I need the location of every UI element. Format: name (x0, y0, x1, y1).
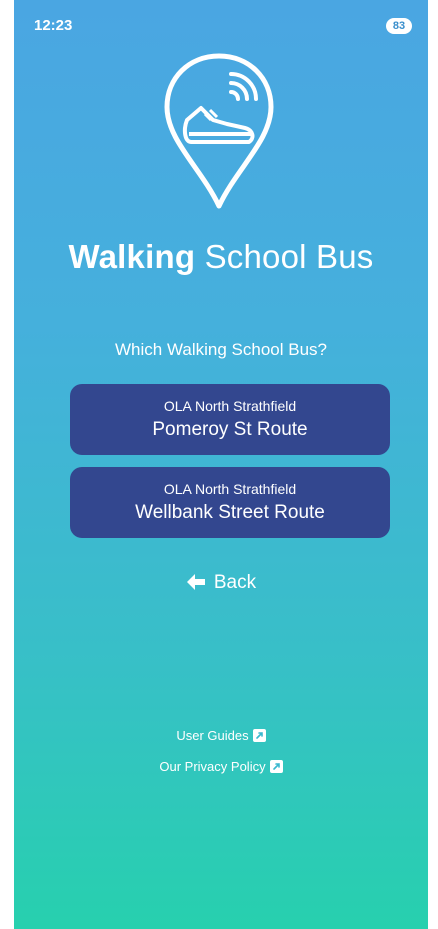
status-time: 12:23 (34, 17, 73, 34)
app-title: Walking School Bus (14, 238, 428, 276)
app-title-bold: Walking (68, 238, 196, 275)
shoe-location-pin-icon (161, 50, 277, 214)
external-link-icon (269, 760, 283, 773)
privacy-policy-label: Our Privacy Policy (159, 759, 266, 774)
route-button-wellbank[interactable]: OLA North Strathfield Wellbank Street Ro… (70, 467, 390, 538)
privacy-policy-link[interactable]: Our Privacy Policy (14, 759, 428, 774)
route-school-label: OLA North Strathfield (163, 398, 297, 414)
user-guides-label: User Guides (176, 728, 249, 743)
user-guides-link[interactable]: User Guides (14, 728, 428, 743)
back-button[interactable]: Back (14, 572, 428, 594)
app-title-rest: School Bus (204, 238, 374, 275)
route-button-pomeroy[interactable]: OLA North Strathfield Pomeroy St Route (70, 384, 390, 455)
route-name-label: Pomeroy St Route (152, 419, 308, 440)
status-bar: 12:23 83 (14, 0, 428, 56)
external-link-icon (252, 729, 266, 742)
app-screen: 12:23 83 Walking School Bus Which Walkin… (14, 0, 428, 929)
route-name-label: Wellbank Street Route (135, 502, 325, 523)
battery-badge: 83 (386, 18, 412, 34)
arrow-left-icon (186, 574, 205, 590)
route-school-label: OLA North Strathfield (163, 481, 297, 497)
back-label: Back (213, 572, 257, 593)
route-prompt: Which Walking School Bus? (115, 340, 327, 359)
